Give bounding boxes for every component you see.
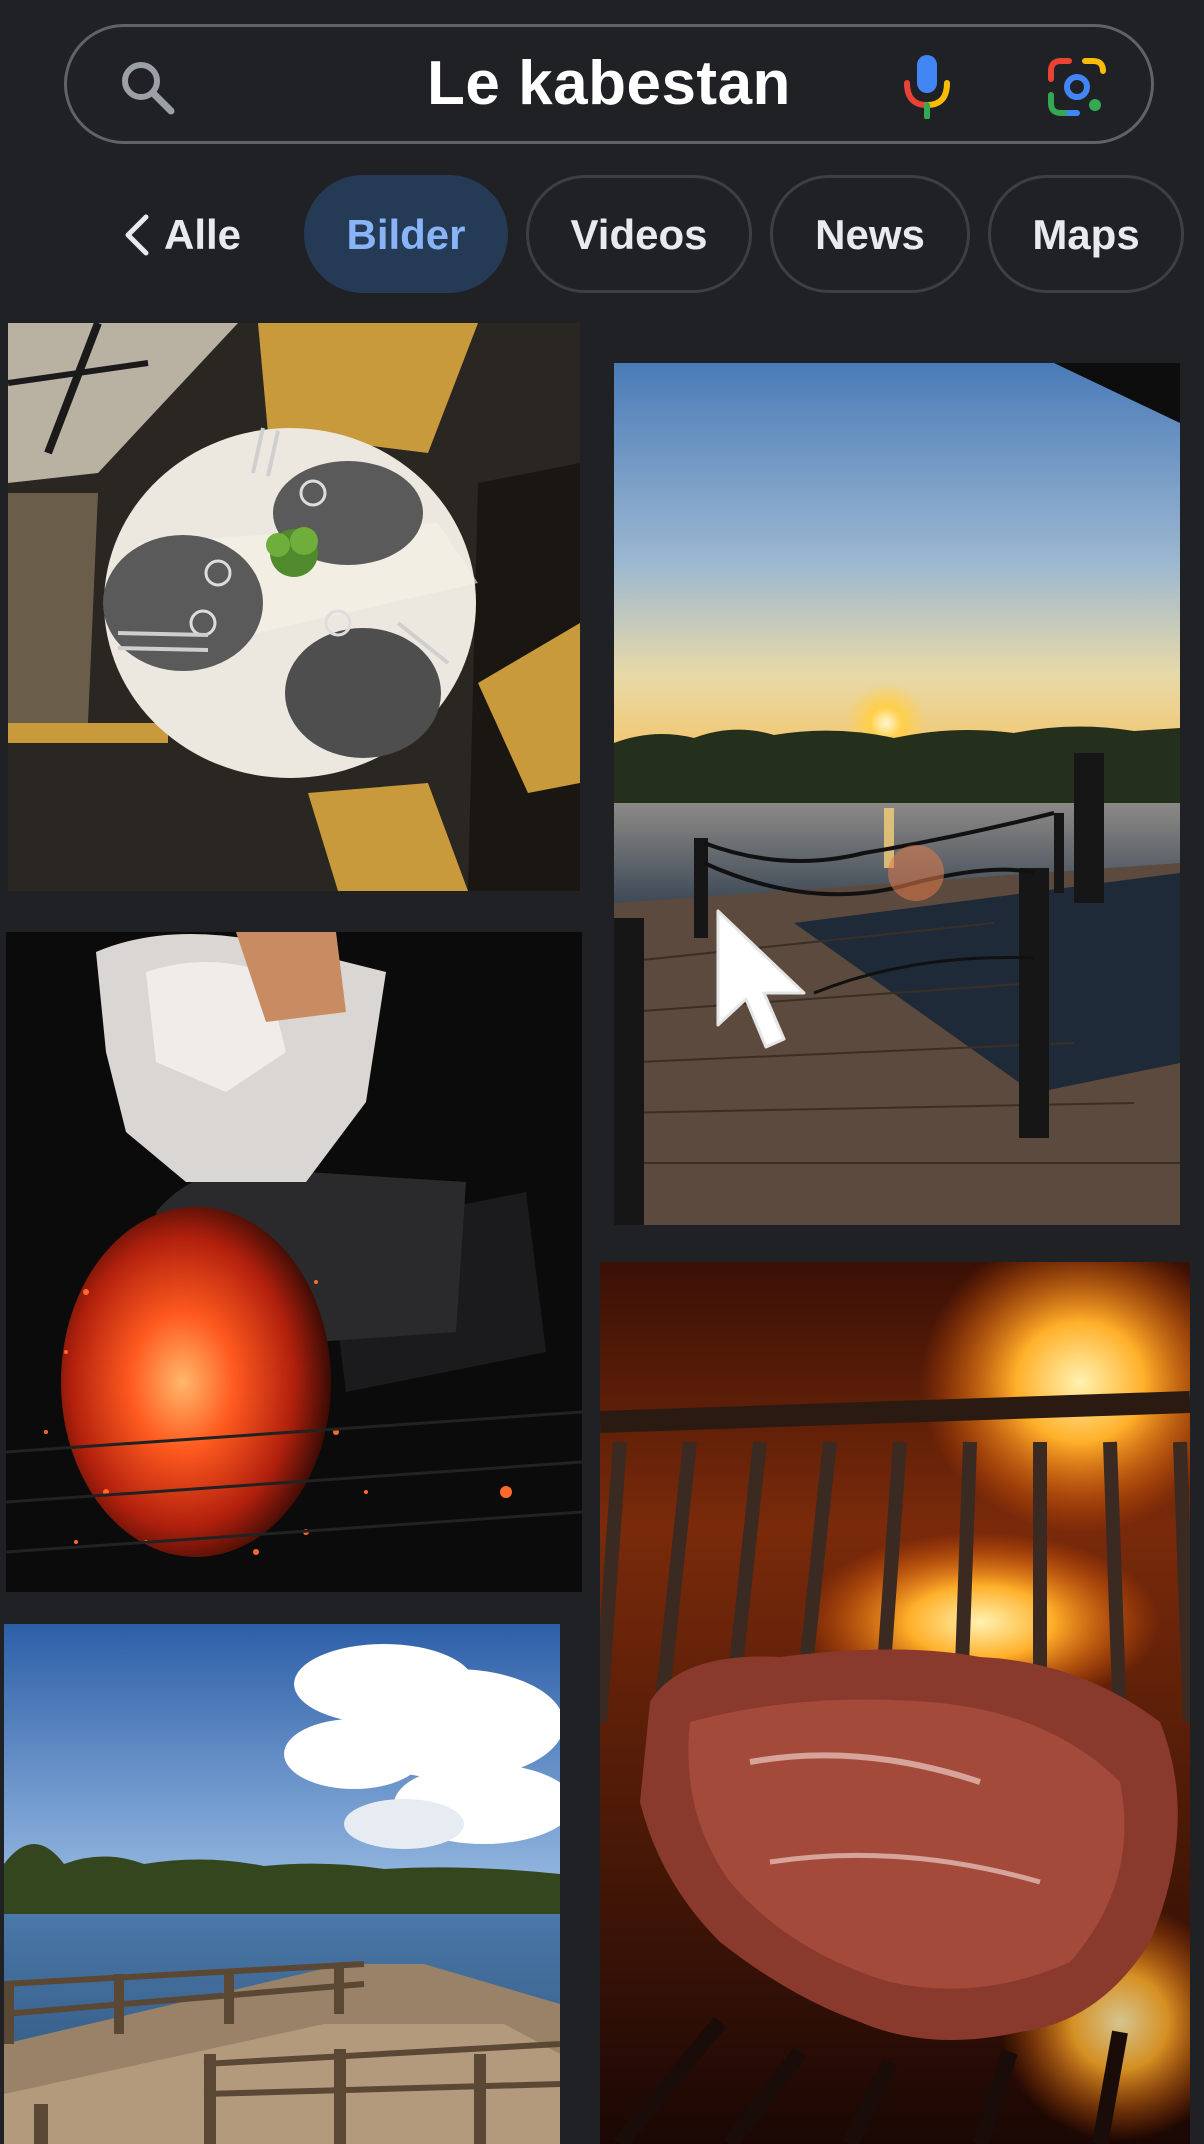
tab-videos[interactable]: Videos — [526, 175, 752, 293]
image-result-steak[interactable] — [600, 1262, 1190, 2144]
tab-news[interactable]: News — [770, 175, 970, 293]
microphone-icon[interactable] — [897, 53, 957, 119]
tab-videos-label: Videos — [570, 211, 708, 258]
image-result-table[interactable] — [8, 323, 580, 891]
image-result-sunset-lake[interactable] — [614, 363, 1180, 1225]
search-query[interactable]: Le kabestan — [67, 27, 1151, 141]
screen: Le kabestan Alle Bilder Videos News Maps — [0, 0, 1204, 2144]
tab-all-label: Alle — [164, 211, 242, 258]
google-lens-icon[interactable] — [1047, 57, 1107, 117]
tab-news-label: News — [815, 211, 925, 258]
tab-maps[interactable]: Maps — [988, 175, 1184, 293]
image-result-embers[interactable] — [6, 932, 582, 1592]
tab-all[interactable]: Alle — [120, 175, 241, 295]
chevron-left-icon — [125, 214, 149, 256]
search-bar[interactable]: Le kabestan — [64, 24, 1154, 144]
search-tabs: Alle Bilder Videos News Maps — [0, 175, 1204, 295]
mouse-cursor-icon — [716, 909, 806, 1049]
image-result-pier[interactable] — [4, 1624, 560, 2144]
tab-maps-label: Maps — [1032, 211, 1140, 258]
tab-images[interactable]: Bilder — [304, 175, 508, 293]
tab-images-label: Bilder — [346, 211, 466, 258]
